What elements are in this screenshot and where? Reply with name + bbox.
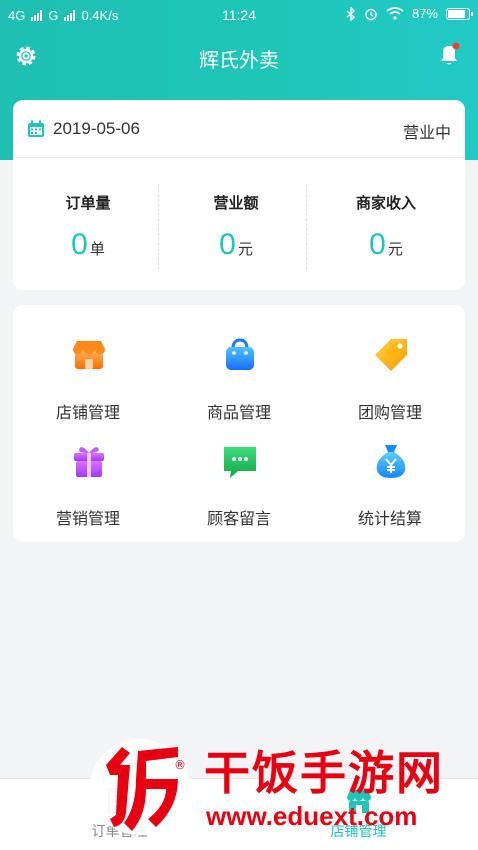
- menu-label: 团购管理: [357, 403, 422, 422]
- stat-number: 0: [369, 228, 386, 261]
- watermark-url: www.eduext.com: [206, 801, 418, 831]
- site-watermark: ® 干饭手游网 www.eduext.com: [86, 735, 466, 845]
- nav-bar: 辉氏外卖: [0, 34, 478, 78]
- stat-value: 0元: [311, 228, 461, 262]
- menu-label: 店铺管理: [55, 403, 120, 422]
- stat-number: 0: [219, 228, 236, 261]
- menu-label: 统计结算: [357, 509, 422, 528]
- menu-label: 营销管理: [55, 509, 120, 528]
- management-menu: 店铺管理 商品管理 团购管理 营销管理 顾客留言 统计结算: [13, 305, 465, 542]
- divider: [306, 184, 307, 270]
- unread-dot: [452, 42, 460, 50]
- divider: [158, 184, 159, 270]
- stat-merchant-income: 商家收入 0元: [311, 158, 461, 290]
- stat-unit: 元: [237, 240, 253, 258]
- menu-label: 顾客留言: [206, 509, 271, 528]
- svg-text:®: ®: [174, 758, 186, 772]
- bluetooth-icon: [346, 6, 355, 21]
- menu-item-statistics[interactable]: 统计结算: [315, 425, 465, 528]
- stat-label: 营业额: [213, 194, 259, 212]
- message-icon: [224, 447, 256, 478]
- menu-item-customer-messages[interactable]: 顾客留言: [164, 425, 314, 528]
- stat-unit: 元: [387, 240, 403, 258]
- stat-number: 0: [71, 228, 88, 261]
- bell-icon[interactable]: [436, 42, 462, 68]
- status-bar: 4G G 0.4K/s 11:24 87%: [0, 0, 478, 30]
- watermark-logo: ®: [90, 739, 190, 835]
- system-indicators: 87%: [346, 6, 473, 21]
- date-row[interactable]: 2019-05-06 营业中: [13, 100, 465, 158]
- stat-value: 0单: [13, 228, 163, 262]
- watermark-title: 干饭手游网: [204, 746, 444, 800]
- battery-icon: [446, 7, 473, 20]
- page-title: 辉氏外卖: [199, 48, 279, 72]
- stat-value: 0元: [161, 228, 311, 262]
- menu-label: 商品管理: [206, 403, 271, 422]
- calendar-icon: [28, 120, 44, 137]
- gift-icon: [74, 447, 104, 477]
- wifi-icon: [386, 7, 404, 20]
- bag-icon: [226, 338, 254, 370]
- tag-icon: [375, 339, 407, 371]
- menu-item-marketing[interactable]: 营销管理: [13, 425, 163, 528]
- business-status[interactable]: 营业中: [403, 119, 451, 143]
- menu-item-products[interactable]: 商品管理: [164, 319, 314, 422]
- money-bag-icon: [376, 445, 406, 478]
- store-icon: [73, 341, 105, 369]
- alarm-icon: [365, 8, 377, 20]
- date-display: 2019-05-06: [53, 119, 140, 138]
- stat-label: 商家收入: [355, 194, 416, 212]
- stat-revenue: 营业额 0元: [161, 158, 311, 290]
- stat-unit: 单: [89, 240, 105, 258]
- stat-label: 订单量: [65, 194, 111, 212]
- menu-item-store[interactable]: 店铺管理: [13, 319, 163, 422]
- menu-item-group-buy[interactable]: 团购管理: [315, 319, 465, 422]
- business-summary-card: 2019-05-06 营业中 订单量 0单 营业额 0元 商家收入 0元: [13, 100, 465, 290]
- battery-percent: 87%: [411, 6, 438, 21]
- stat-orders: 订单量 0单: [13, 158, 163, 290]
